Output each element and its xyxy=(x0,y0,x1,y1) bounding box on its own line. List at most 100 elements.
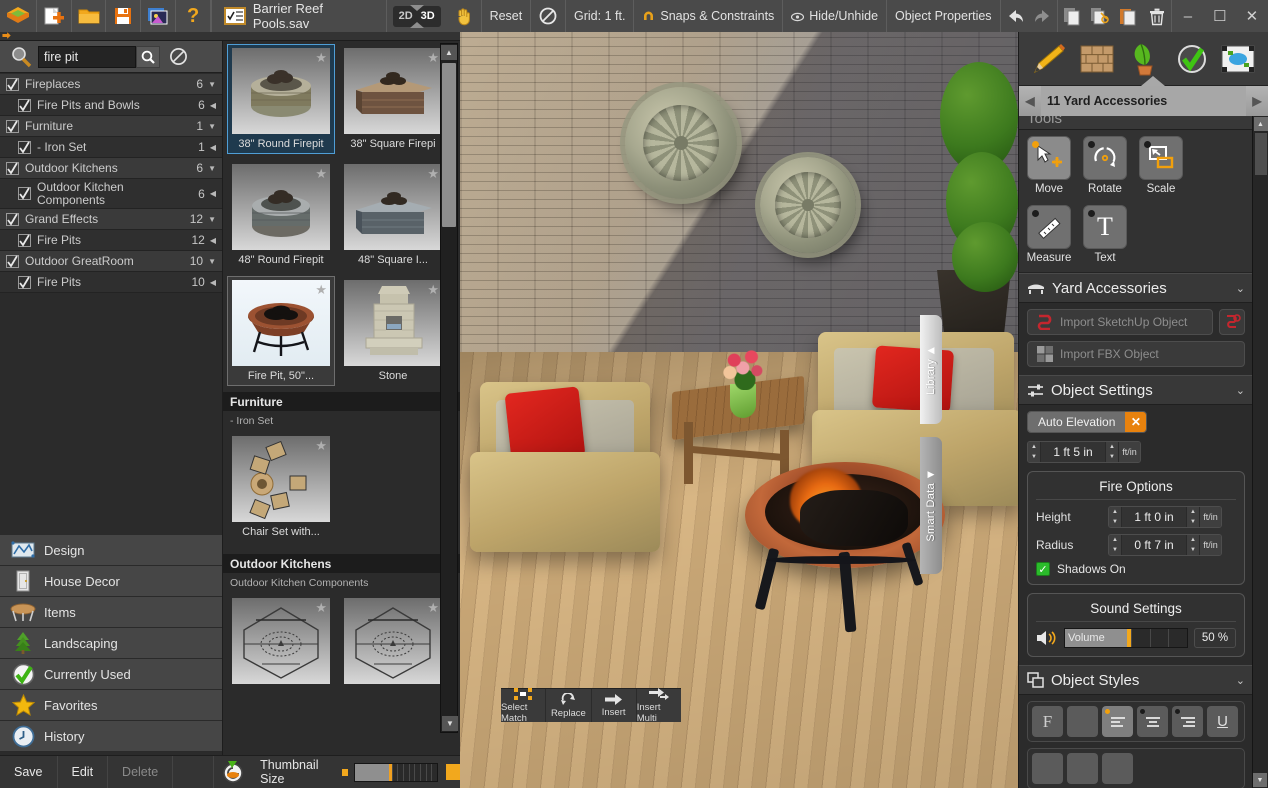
auto-elevation-toggle[interactable]: Auto Elevation ✕ xyxy=(1027,411,1148,433)
reset-button[interactable]: Reset xyxy=(481,0,531,32)
text-tool[interactable]: T Text xyxy=(1083,205,1127,264)
nav-item-design[interactable]: Design xyxy=(0,535,222,566)
save-button[interactable]: Save xyxy=(0,755,58,788)
style-extra-button-1[interactable] xyxy=(1032,753,1063,784)
replace-button[interactable]: Replace xyxy=(546,689,592,722)
tree-checkbox[interactable] xyxy=(18,233,31,247)
chevron-down-icon[interactable]: ⌄ xyxy=(1236,674,1245,687)
close-button[interactable]: ✕ xyxy=(1236,0,1268,32)
thumbnail-item[interactable]: ★ Stone xyxy=(339,276,447,386)
spin-down-icon[interactable]: ▼ xyxy=(1187,517,1199,527)
nav-item-landscaping[interactable]: Landscaping xyxy=(0,628,222,659)
tree-expander-icon[interactable]: ◀ xyxy=(210,189,216,198)
rotate-tool[interactable]: Rotate xyxy=(1083,136,1127,195)
prev-category-button[interactable]: ◀ xyxy=(1019,86,1041,116)
app-logo-icon[interactable] xyxy=(0,0,36,32)
delete-button[interactable]: Delete xyxy=(108,755,174,788)
wicker-chair-left-seat[interactable] xyxy=(470,452,660,552)
favorite-star-icon[interactable]: ★ xyxy=(315,282,327,298)
tree-expander-icon[interactable]: ▼ xyxy=(208,164,216,173)
auto-elevation-clear-button[interactable]: ✕ xyxy=(1125,412,1147,432)
height-spinner[interactable]: ▲ ▼ 1 ft 0 in ▲ ▼ ft/in xyxy=(1108,506,1222,528)
tree-expander-icon[interactable]: ▼ xyxy=(208,122,216,131)
tree-expander-icon[interactable]: ▼ xyxy=(208,215,216,224)
tree-checkbox[interactable] xyxy=(6,161,19,175)
thumbnail-scrollbar[interactable]: ▲ ▼ xyxy=(440,43,458,733)
tree-row[interactable]: Outdoor GreatRoom 10 ▼ xyxy=(0,251,222,272)
align-right-button[interactable] xyxy=(1172,706,1203,737)
favorite-star-icon[interactable]: ★ xyxy=(315,438,327,454)
thumbnail-item[interactable]: ★ 48" Square I... xyxy=(339,160,447,270)
elevation-unit[interactable]: ft/in xyxy=(1118,442,1140,462)
import-fbx-button[interactable]: Import FBX Object xyxy=(1027,341,1245,367)
tree-checkbox[interactable] xyxy=(6,77,19,91)
style-extra-button-2[interactable] xyxy=(1067,753,1098,784)
scrollbar-thumb[interactable] xyxy=(1254,133,1267,175)
current-file[interactable]: Barrier Reef Pools.sav xyxy=(211,0,386,32)
tree-row[interactable]: Grand Effects 12 ▼ xyxy=(0,209,222,230)
tree-expander-icon[interactable]: ◀ xyxy=(210,278,216,287)
nav-item-currently-used[interactable]: Currently Used xyxy=(0,659,222,690)
copy-icon[interactable] xyxy=(1058,0,1086,32)
scroll-up-arrow[interactable]: ▲ xyxy=(1253,117,1268,131)
favorite-star-icon[interactable]: ★ xyxy=(315,166,327,182)
open-folder-icon[interactable] xyxy=(71,0,106,32)
hand-icon[interactable] xyxy=(446,0,481,32)
collapse-panel-icon[interactable]: ⮕ xyxy=(2,32,11,41)
radius-spinner[interactable]: ▲ ▼ 0 ft 7 in ▲ ▼ ft/in xyxy=(1108,534,1222,556)
favorite-star-icon[interactable]: ★ xyxy=(427,282,439,298)
check-circle-icon[interactable] xyxy=(1177,44,1207,74)
favorite-star-icon[interactable]: ★ xyxy=(427,600,439,616)
tree-row[interactable]: Furniture 1 ▼ xyxy=(0,116,222,137)
tree-row[interactable]: - Iron Set 1 ◀ xyxy=(0,137,222,158)
radius-unit[interactable]: ft/in xyxy=(1199,535,1221,555)
tree-checkbox[interactable] xyxy=(6,212,19,226)
favorite-star-icon[interactable]: ★ xyxy=(427,50,439,66)
scroll-down-arrow[interactable]: ▼ xyxy=(1253,773,1267,787)
tree-checkbox[interactable] xyxy=(18,275,31,289)
edit-button[interactable]: Edit xyxy=(58,755,109,788)
scroll-down-arrow[interactable]: ▼ xyxy=(442,716,458,731)
spin-down-icon[interactable]: ▼ xyxy=(1109,545,1121,555)
volume-percent[interactable]: 50 % xyxy=(1194,628,1236,648)
measure-tool[interactable]: Measure xyxy=(1027,205,1071,264)
scrollbar-thumb[interactable] xyxy=(442,63,456,227)
trash-icon[interactable] xyxy=(1143,0,1171,32)
right-panel-scrollbar[interactable]: ▲ ▼ xyxy=(1252,116,1268,788)
object-settings-section-header[interactable]: Object Settings ⌄ xyxy=(1019,375,1253,405)
chevron-down-icon[interactable]: ⌄ xyxy=(1236,282,1245,295)
font-button[interactable]: F xyxy=(1032,706,1063,737)
help-icon[interactable]: ? xyxy=(176,0,210,32)
tree-row[interactable]: Outdoor Kitchen Components 6 ◀ xyxy=(0,179,222,209)
maximize-button[interactable]: ☐ xyxy=(1204,0,1236,32)
undo-arrow-icon[interactable] xyxy=(1001,0,1029,32)
import-sketchup-button[interactable]: Import SketchUp Object xyxy=(1027,309,1213,335)
new-file-icon[interactable] xyxy=(36,0,71,32)
spin-up-icon[interactable]: ▲ xyxy=(1187,535,1199,545)
thumbnail-item[interactable]: ★ Fire Pit, 50"... xyxy=(227,276,335,386)
chevron-down-icon[interactable]: ⌄ xyxy=(1236,384,1245,397)
spin-up-icon[interactable]: ▲ xyxy=(1109,507,1121,517)
spin-down-icon[interactable]: ▼ xyxy=(1187,545,1199,555)
view-2d-label[interactable]: 2D xyxy=(395,10,417,22)
height-value[interactable]: 1 ft 0 in xyxy=(1122,507,1186,527)
object-styles-section-header[interactable]: Object Styles ⌄ xyxy=(1019,665,1253,695)
favorite-star-icon[interactable]: ★ xyxy=(315,600,327,616)
no-results-icon[interactable] xyxy=(160,47,196,66)
redo-arrow-icon[interactable] xyxy=(1029,0,1057,32)
thumbnail-size-slider[interactable] xyxy=(353,762,438,782)
no-entry-icon[interactable] xyxy=(531,0,566,32)
spin-up-icon[interactable]: ▲ xyxy=(1028,442,1040,452)
tree-expander-icon[interactable]: ▼ xyxy=(208,80,216,89)
hide-unhide-button[interactable]: Hide/Unhide xyxy=(783,0,887,32)
height-unit[interactable]: ft/in xyxy=(1199,507,1221,527)
move-tool[interactable]: Move xyxy=(1027,136,1071,195)
thumbnail-item[interactable]: ★ Chair Set with... xyxy=(227,432,335,542)
thumbnail-item[interactable]: ★ 38" Square Firepi xyxy=(339,44,447,154)
tree-row[interactable]: Fire Pits and Bowls 6 ◀ xyxy=(0,95,222,116)
next-category-button[interactable]: ▶ xyxy=(1246,86,1268,116)
minimize-button[interactable]: – xyxy=(1172,0,1204,32)
tree-checkbox[interactable] xyxy=(18,187,31,200)
tree-expander-icon[interactable]: ◀ xyxy=(210,101,216,110)
tree-row[interactable]: Fire Pits 10 ◀ xyxy=(0,272,222,293)
